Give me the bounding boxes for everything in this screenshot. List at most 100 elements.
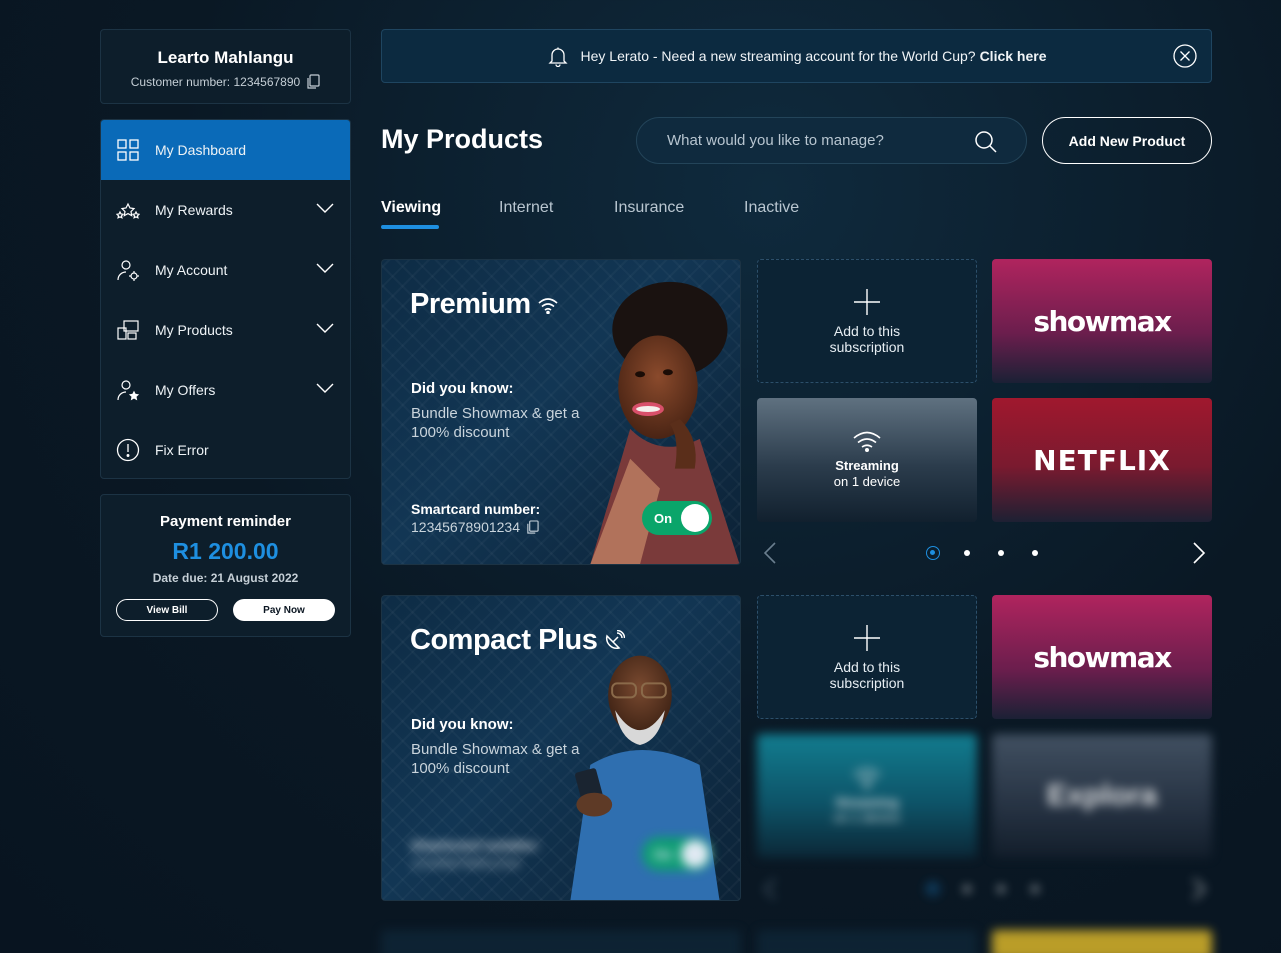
- did-you-know-label: Did you know:: [411, 716, 514, 733]
- search-input[interactable]: [667, 132, 967, 149]
- tab-inactive[interactable]: Inactive: [744, 199, 799, 217]
- toggle-label: On: [654, 846, 673, 862]
- payment-amount: R1 200.00: [172, 538, 279, 564]
- user-star-icon: [116, 378, 140, 402]
- toggle-knob: [681, 840, 709, 868]
- satellite-dish-icon: [606, 629, 626, 649]
- copy-icon[interactable]: [306, 74, 320, 90]
- toggle-knob: [681, 504, 709, 532]
- did-you-know-label: Did you know:: [411, 380, 514, 397]
- tile-label: Add to this: [833, 659, 901, 675]
- product-card-compact-plus[interactable]: Compact Plus Did you know: Bundle Showma…: [381, 595, 741, 901]
- streaming-tile[interactable]: Streaming on 1 device: [757, 398, 977, 522]
- tile-label: on 1 device: [833, 810, 901, 825]
- chevron-right-icon[interactable]: [1192, 542, 1206, 564]
- showmax-logo: showmax: [1033, 640, 1172, 674]
- view-bill-button[interactable]: View Bill: [116, 599, 218, 621]
- netflix-tile[interactable]: NETFLIX: [992, 398, 1212, 522]
- chevron-down-icon[interactable]: [316, 382, 334, 394]
- stars-icon: [116, 198, 140, 222]
- payment-title: Payment reminder: [160, 513, 291, 530]
- search-icon[interactable]: [974, 130, 998, 154]
- profile-card: Learto Mahlangu Customer number: 1234567…: [100, 29, 351, 104]
- sidebar-item-label: Fix Error: [155, 442, 209, 458]
- sidebar-item-label: My Dashboard: [155, 142, 247, 158]
- showmax-tile[interactable]: showmax: [992, 259, 1212, 383]
- tile-pager: [757, 538, 1212, 568]
- wifi-icon: [538, 297, 558, 314]
- pay-now-button[interactable]: Pay Now: [233, 599, 335, 621]
- tile-label: on 1 device: [833, 474, 901, 489]
- banner-link[interactable]: Click here: [980, 48, 1047, 64]
- user-settings-icon: [116, 258, 140, 282]
- product-toggle[interactable]: On: [642, 837, 712, 871]
- sidebar-item-rewards[interactable]: My Rewards: [101, 180, 350, 240]
- add-subscription-tile[interactable]: Add to this subscription: [757, 259, 977, 383]
- next-tile: [992, 930, 1212, 953]
- chevron-down-icon[interactable]: [316, 262, 334, 274]
- sidebar-item-account[interactable]: My Account: [101, 240, 350, 300]
- customer-number-text: Customer number: 1234567890: [130, 75, 301, 89]
- tab-internet[interactable]: Internet: [499, 199, 553, 217]
- payment-due-date: Date due: 21 August 2022: [152, 571, 299, 585]
- chevron-down-icon[interactable]: [316, 322, 334, 334]
- pager-dot[interactable]: [998, 886, 1004, 892]
- chevron-left-icon[interactable]: [763, 542, 777, 564]
- bell-icon: [547, 47, 568, 67]
- smartcard-number-text: 12345678901234: [411, 855, 521, 871]
- pager-dot[interactable]: [1032, 550, 1038, 556]
- streaming-tile[interactable]: Streaming on 1 device: [757, 734, 977, 858]
- product-title-text: Premium: [410, 288, 531, 320]
- pager-dot[interactable]: [964, 550, 970, 556]
- tile-label: subscription: [829, 675, 905, 691]
- next-product-card: [381, 930, 741, 953]
- showmax-logo: showmax: [1033, 304, 1172, 338]
- tile-label: Add to this: [833, 323, 901, 339]
- chevron-right-icon[interactable]: [1192, 878, 1206, 900]
- explora-tile[interactable]: Explora: [992, 734, 1212, 858]
- tile-pager: [757, 874, 1212, 904]
- chevron-left-icon[interactable]: [763, 878, 777, 900]
- explora-logo: Explora: [1046, 779, 1158, 812]
- product-toggle[interactable]: On: [642, 501, 712, 535]
- next-tile: [757, 930, 977, 953]
- pager-dot[interactable]: [998, 550, 1004, 556]
- copy-icon[interactable]: [526, 519, 539, 535]
- tab-insurance[interactable]: Insurance: [614, 199, 684, 217]
- notification-banner: Hey Lerato - Need a new streaming accoun…: [381, 29, 1212, 83]
- pager-dot[interactable]: [1032, 886, 1038, 892]
- tile-label: Streaming: [835, 795, 899, 810]
- toggle-label: On: [654, 510, 673, 526]
- chevron-down-icon[interactable]: [316, 202, 334, 214]
- showmax-tile[interactable]: showmax: [992, 595, 1212, 719]
- sidebar-item-label: My Account: [155, 262, 228, 278]
- customer-number: Customer number: 1234567890: [101, 74, 350, 90]
- sidebar-item-products[interactable]: My Products: [101, 300, 350, 360]
- profile-name: Learto Mahlangu: [157, 48, 294, 67]
- add-new-product-button[interactable]: Add New Product: [1042, 117, 1212, 164]
- smartcard-label: Smartcard number:: [411, 501, 541, 517]
- active-tab-indicator: [381, 225, 439, 229]
- wifi-icon: [853, 431, 881, 452]
- tile-label: subscription: [829, 339, 905, 355]
- add-subscription-tile[interactable]: Add to this subscription: [757, 595, 977, 719]
- plus-icon: [854, 289, 880, 315]
- sidebar-nav: My Dashboard My Rewards My Account My Pr…: [100, 119, 351, 479]
- smartcard-label: Smartcard number:: [411, 837, 541, 853]
- sidebar-item-fix-error[interactable]: Fix Error: [101, 420, 350, 478]
- alert-icon: [116, 438, 140, 462]
- tab-viewing[interactable]: Viewing: [381, 199, 441, 217]
- devices-icon: [116, 318, 140, 342]
- sidebar-item-dashboard[interactable]: My Dashboard: [101, 120, 350, 180]
- pager-dot[interactable]: [926, 882, 940, 896]
- pager-dot[interactable]: [926, 546, 940, 560]
- sidebar-item-offers[interactable]: My Offers: [101, 360, 350, 420]
- product-card-premium[interactable]: Premium Did you know: Bundle Showmax & g…: [381, 259, 741, 565]
- pager-dot[interactable]: [964, 886, 970, 892]
- dashboard-icon: [116, 138, 140, 162]
- tile-label: Streaming: [835, 458, 899, 473]
- page-title: My Products: [381, 124, 544, 154]
- search-bar: [636, 117, 1027, 164]
- close-icon[interactable]: [1173, 44, 1197, 68]
- wifi-icon: [853, 768, 881, 789]
